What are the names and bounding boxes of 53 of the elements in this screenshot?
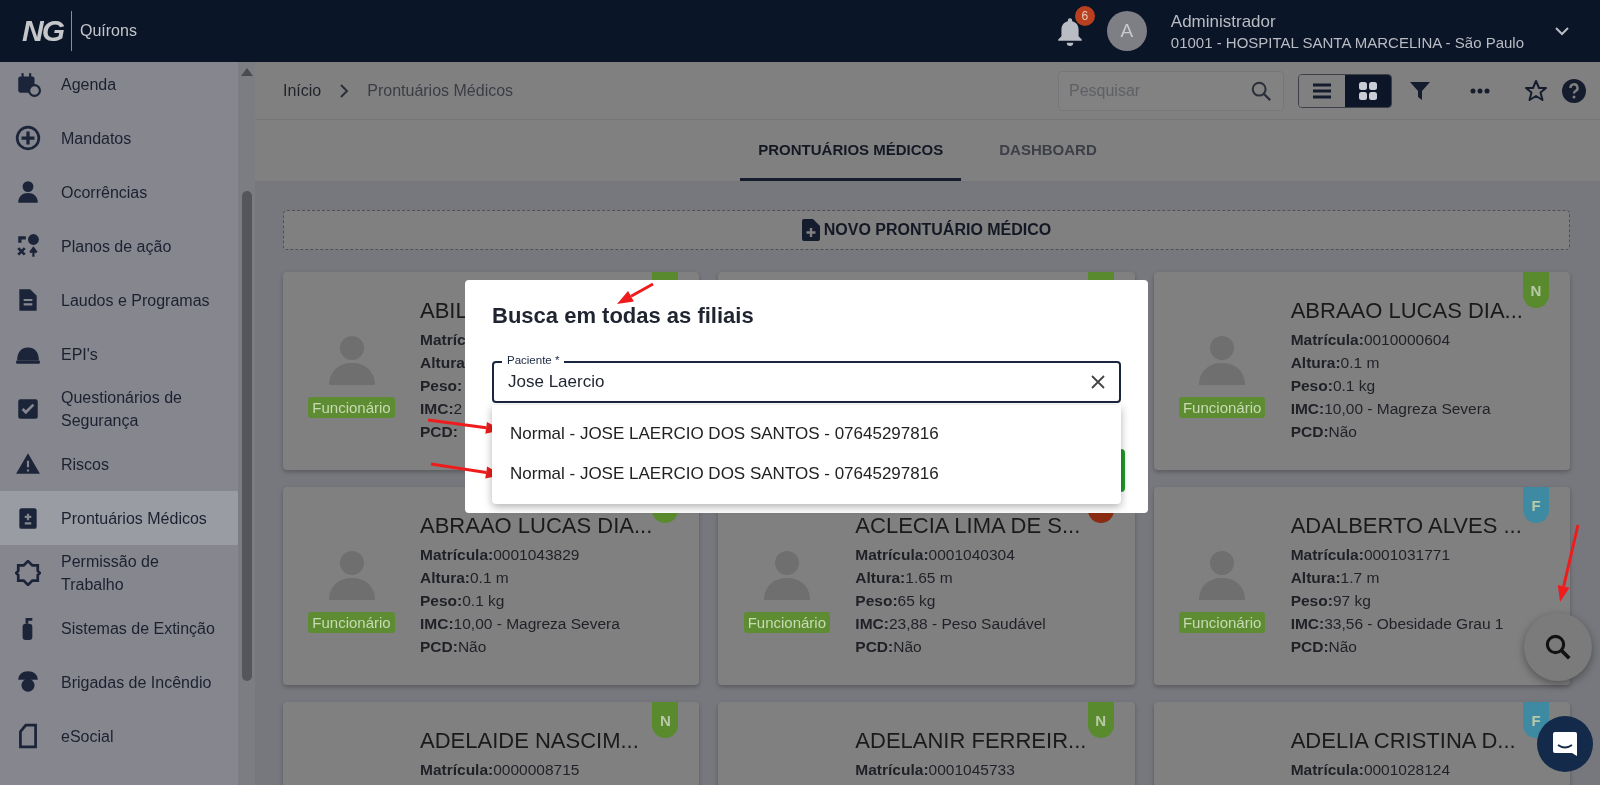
role-tag: Funcionário [308,611,395,633]
gender-badge: F [1523,487,1549,523]
patient-detail: PCD:Não [420,637,488,657]
patient-detail: Altura:0.1 m [420,568,510,588]
patient-name: ACLECIA LIMA DE S... [855,512,1081,540]
patient-detail: IMC:10,00 - Magreza Severa [420,614,621,634]
patient-detail: Altura:0.1 m [1290,353,1381,373]
patient-detail: Peso:0.1 kg [1290,376,1377,396]
role-tag: Funcionário [308,396,395,418]
patient-detail: Altura:1.7 m [1290,568,1381,588]
patient-name: ADELIA CRISTINA D... [1290,727,1516,755]
dialog-title: Busca em todas as filiais [492,302,755,330]
patient-detail: Peso:97 kg [1290,591,1372,611]
patient-name: ABIL [420,297,468,325]
patient-detail: PCD:Não [1290,422,1358,442]
role-tag: Funcionário [1178,396,1266,418]
patient-detail: PCD:Não [855,637,923,657]
role-tag: Funcionário [1178,611,1266,633]
gender-badge: N [1087,702,1114,738]
patient-detail: Altura [420,353,466,373]
patient-name: ADALBERTO ALVES ... [1290,512,1522,540]
patient-detail: Matrícula:0001040304 [855,545,1016,565]
logo-mark: NG [22,14,63,48]
patient-detail: Altura:1.65 m [855,568,954,588]
notification-count: 6 [1074,6,1095,26]
patient-detail: IMC:2 [420,399,464,419]
patient-detail: Matríc [420,330,467,350]
patient-detail: Matrícula:0010000604 [1290,330,1452,350]
patient-detail: Peso:65 kg [855,591,937,611]
patient-detail: IMC:33,56 - Obesidade Grau 1 [1290,614,1505,634]
field-label: Paciente * [502,353,565,367]
patient-detail: IMC:10,00 - Magreza Severa [1290,399,1492,419]
patient-detail: Peso: [420,376,464,396]
patient-detail: Matrícula:0001028124 [1290,760,1452,780]
gender-badge: N [652,702,679,738]
patient-name: ABRAAO LUCAS DIA... [1290,297,1523,325]
patient-detail: IMC:23,88 - Peso Saudável [855,614,1047,634]
role-tag: Funcionário [743,611,830,633]
patient-name: ADELAIDE NASCIM... [420,727,639,755]
patient-detail: Matrícula:0001031771 [1290,545,1452,565]
patient-detail: Matrícula:0001045733 [855,760,1016,780]
patient-detail: Matrícula:0000008715 [420,760,581,780]
user-name: Administrador [1170,11,1277,32]
patient-name: ADELANIR FERREIR... [855,727,1087,755]
patient-detail: Matrícula:0001043829 [420,545,581,565]
patient-detail: PCD:Não [1290,637,1358,657]
gender-badge: N [1523,272,1549,308]
patient-detail: PCD: [420,422,459,442]
organization-name: 01001 - HOSPITAL SANTA MARCELINA - São Paulo [1170,33,1524,51]
gender-badge: F [1523,702,1549,738]
patient-detail: Peso:0.1 kg [420,591,506,611]
logo-name: Quírons [80,22,137,40]
patient-name: ABRAAO LUCAS DIA... [420,512,653,540]
